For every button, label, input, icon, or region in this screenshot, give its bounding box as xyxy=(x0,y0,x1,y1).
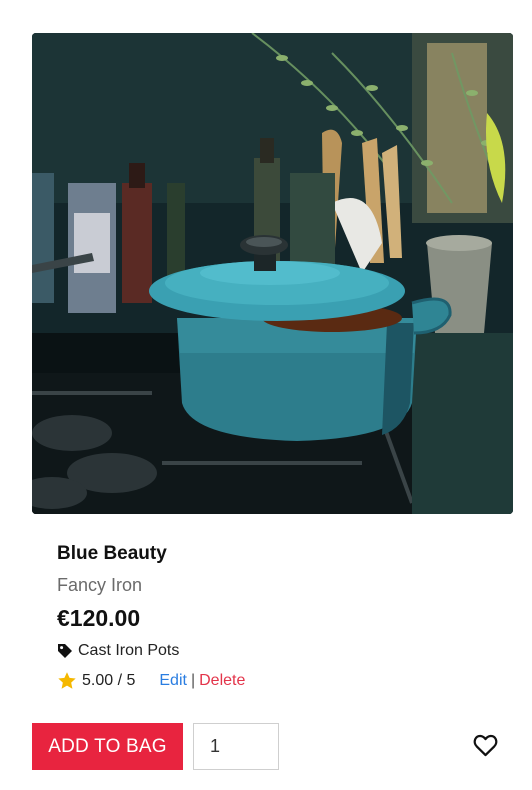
add-to-bag-button[interactable]: ADD TO BAG xyxy=(32,723,183,770)
wishlist-button[interactable] xyxy=(470,732,500,762)
product-subtitle: Fancy Iron xyxy=(57,575,143,595)
product-image[interactable] xyxy=(32,33,513,514)
product-category: Cast Iron Pots xyxy=(57,638,497,664)
product-card: Blue Beauty Fancy Iron €120.00 Cast Iron… xyxy=(0,0,532,790)
category-label[interactable]: Cast Iron Pots xyxy=(78,642,179,660)
product-photo xyxy=(32,33,513,514)
star-icon xyxy=(57,671,77,691)
product-info: Blue Beauty Fancy Iron €120.00 Cast Iron… xyxy=(57,540,497,696)
product-title[interactable]: Blue Beauty xyxy=(57,540,497,568)
edit-link[interactable]: Edit xyxy=(159,672,187,690)
heart-icon xyxy=(472,732,499,762)
link-separator: | xyxy=(190,672,196,689)
rating-value: 5.00 / 5 xyxy=(82,672,136,689)
delete-link[interactable]: Delete xyxy=(199,672,245,690)
tag-icon xyxy=(57,643,73,659)
product-price: €120.00 xyxy=(57,605,141,631)
rating-row: 5.00 / 5 Edit | Delete xyxy=(57,666,497,696)
quantity-input[interactable] xyxy=(193,723,279,770)
product-actions: ADD TO BAG xyxy=(32,723,502,770)
